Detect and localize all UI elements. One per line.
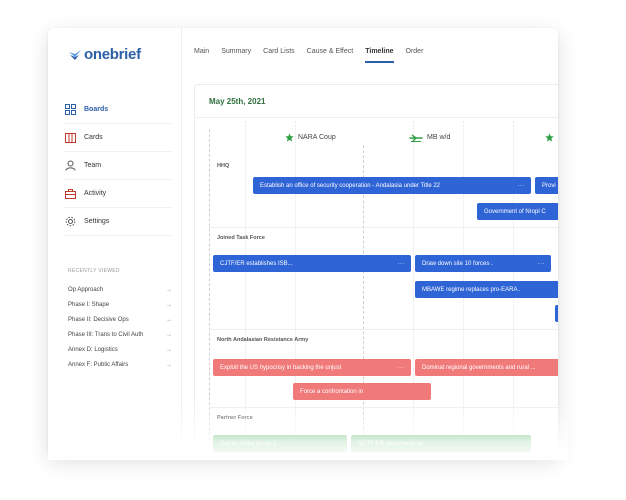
tab-order[interactable]: Order: [406, 48, 424, 63]
timeline-card[interactable]: Force a confrontation in: [293, 383, 431, 400]
card-title: Force a confrontation in: [300, 388, 364, 395]
recent-item[interactable]: Op Approach →: [68, 282, 172, 297]
tab-timeline[interactable]: Timeline: [365, 48, 394, 63]
group-label-resistance-army: North Andalasian Resistance Army: [217, 337, 309, 343]
star-icon: [285, 133, 294, 142]
recently-viewed: RECENTLY VIEWED Op Approach → Phase I: Sh…: [68, 268, 172, 372]
divider: [195, 117, 558, 118]
card-title: Provi: [542, 182, 556, 189]
card-title: MBAWE regime replaces pro-EARA .: [422, 286, 521, 293]
card-title: Government of Nropl C: [484, 208, 546, 215]
timeline-card[interactable]: [555, 305, 558, 322]
more-options-icon[interactable]: ···: [518, 183, 526, 189]
more-options-icon[interactable]: ···: [398, 365, 406, 371]
tab-cause-effect[interactable]: Cause & Effect: [307, 48, 354, 63]
group-label-partner-force: Partner Force: [217, 415, 253, 421]
timeline-card[interactable]: CJTF/ER establishes ISB... ···: [213, 255, 411, 272]
timeline-card[interactable]: MBAWE regime replaces pro-EARA .: [415, 281, 558, 298]
sidebar: onebrief Boards Cards Team Activity Sett…: [48, 28, 182, 456]
timeline-card[interactable]: Carrier strike group 2 ···: [213, 435, 347, 452]
event-marker[interactable]: NARA Coup: [285, 133, 336, 142]
sidebar-item-label: Settings: [84, 218, 110, 225]
more-options-icon[interactable]: ···: [518, 441, 526, 447]
recent-item-label: Phase I: Shape: [68, 301, 110, 308]
sidebar-item-label: Activity: [84, 190, 107, 197]
timeline-card[interactable]: SOTF/ER documents an ···: [351, 435, 531, 452]
aircraft-icon: [409, 133, 423, 142]
settings-icon: [64, 216, 76, 228]
more-options-icon[interactable]: ···: [538, 261, 546, 267]
timeline-card[interactable]: Draw down site 10 forces . ···: [415, 255, 551, 272]
timeline-card[interactable]: Exploit the US hypocrisy in backing the …: [213, 359, 411, 376]
sidebar-item-boards[interactable]: Boards: [64, 96, 172, 124]
arrow-right-icon: →: [166, 346, 172, 353]
sidebar-item-team[interactable]: Team: [64, 152, 172, 180]
group-separator: [209, 407, 558, 408]
sidebar-item-label: Team: [84, 162, 102, 169]
card-title: Exploit the US hypocrisy in backing the …: [220, 364, 342, 371]
card-title: CJTF/ER establishes ISB...: [220, 260, 293, 267]
timeline-card[interactable]: Establish an office of security cooperat…: [253, 177, 531, 194]
group-label-joined-task-force: Joined Task Force: [217, 235, 265, 241]
card-title: Establish an office of security cooperat…: [260, 182, 440, 189]
sidebar-nav: Boards Cards Team Activity Settings: [64, 96, 172, 236]
group-separator: [209, 329, 558, 330]
card-title: Carrier strike group 2: [220, 440, 277, 447]
event-marker[interactable]: MB w/d: [409, 133, 450, 142]
team-icon: [64, 160, 76, 172]
event-marker[interactable]: [545, 133, 558, 142]
arrow-right-icon: →: [166, 331, 172, 338]
timeline-panel: May 25th, 2021 NARA Coup MB w/d HHQ Esta…: [194, 84, 558, 456]
recent-item[interactable]: Annex D: Logistics →: [68, 342, 172, 357]
logo[interactable]: onebrief: [68, 46, 141, 63]
timeline-card[interactable]: Dominat regional governments and rural .…: [415, 359, 558, 376]
sidebar-item-settings[interactable]: Settings: [64, 208, 172, 236]
sidebar-item-label: Boards: [84, 106, 109, 113]
card-title: Dominat regional governments and rural .…: [422, 364, 536, 371]
event-marker-label: MB w/d: [427, 134, 451, 141]
timeline-date: May 25th, 2021: [209, 97, 266, 106]
card-title: Draw down site 10 forces .: [422, 260, 493, 267]
event-marker-label: NARA Coup: [298, 134, 336, 141]
recent-item[interactable]: Phase III: Trans to Civil Auth →: [68, 327, 172, 342]
recent-item-label: Annex F: Public Affairs: [68, 361, 129, 368]
logo-mark-icon: [69, 49, 81, 60]
grid-line: [295, 121, 296, 456]
recent-item-label: Phase III: Trans to Civil Auth: [68, 331, 144, 338]
star-icon: [545, 133, 554, 142]
recent-item[interactable]: Phase II: Decisive Ops →: [68, 312, 172, 327]
recent-item-label: Annex D: Logistics: [68, 346, 118, 353]
tab-card-lists[interactable]: Card Lists: [263, 48, 295, 63]
recent-item-label: Op Approach: [68, 286, 104, 293]
tab-summary[interactable]: Summary: [221, 48, 251, 63]
timeline-card[interactable]: Provi: [535, 177, 558, 194]
sidebar-item-activity[interactable]: Activity: [64, 180, 172, 208]
recent-item[interactable]: Phase I: Shape →: [68, 297, 172, 312]
cards-icon: [64, 132, 76, 144]
group-separator: [209, 227, 558, 228]
group-label-hhq: HHQ: [217, 163, 230, 169]
logo-text: onebrief: [84, 46, 141, 63]
timeline-card[interactable]: Government of Nropl C: [477, 203, 558, 220]
sidebar-item-label: Cards: [84, 134, 103, 141]
recently-viewed-title: RECENTLY VIEWED: [68, 268, 120, 274]
activity-icon: [64, 188, 76, 200]
arrow-right-icon: →: [166, 286, 172, 293]
grid-line: [245, 121, 246, 456]
grid-line: [413, 121, 414, 456]
card-title: SOTF/ER documents an: [358, 440, 424, 447]
recent-item-label: Phase II: Decisive Ops: [68, 316, 129, 323]
sidebar-item-cards[interactable]: Cards: [64, 124, 172, 152]
arrow-right-icon: →: [166, 361, 172, 368]
tab-main[interactable]: Main: [194, 48, 209, 63]
recent-item[interactable]: Annex F: Public Affairs →: [68, 357, 172, 372]
view-tabs: Main Summary Card Lists Cause & Effect T…: [194, 48, 435, 63]
arrow-right-icon: →: [166, 316, 172, 323]
app-window: onebrief Boards Cards Team Activity Sett…: [48, 28, 558, 456]
more-options-icon[interactable]: ···: [334, 441, 342, 447]
more-options-icon[interactable]: ···: [398, 261, 406, 267]
arrow-right-icon: →: [166, 301, 172, 308]
boards-icon: [64, 104, 76, 116]
